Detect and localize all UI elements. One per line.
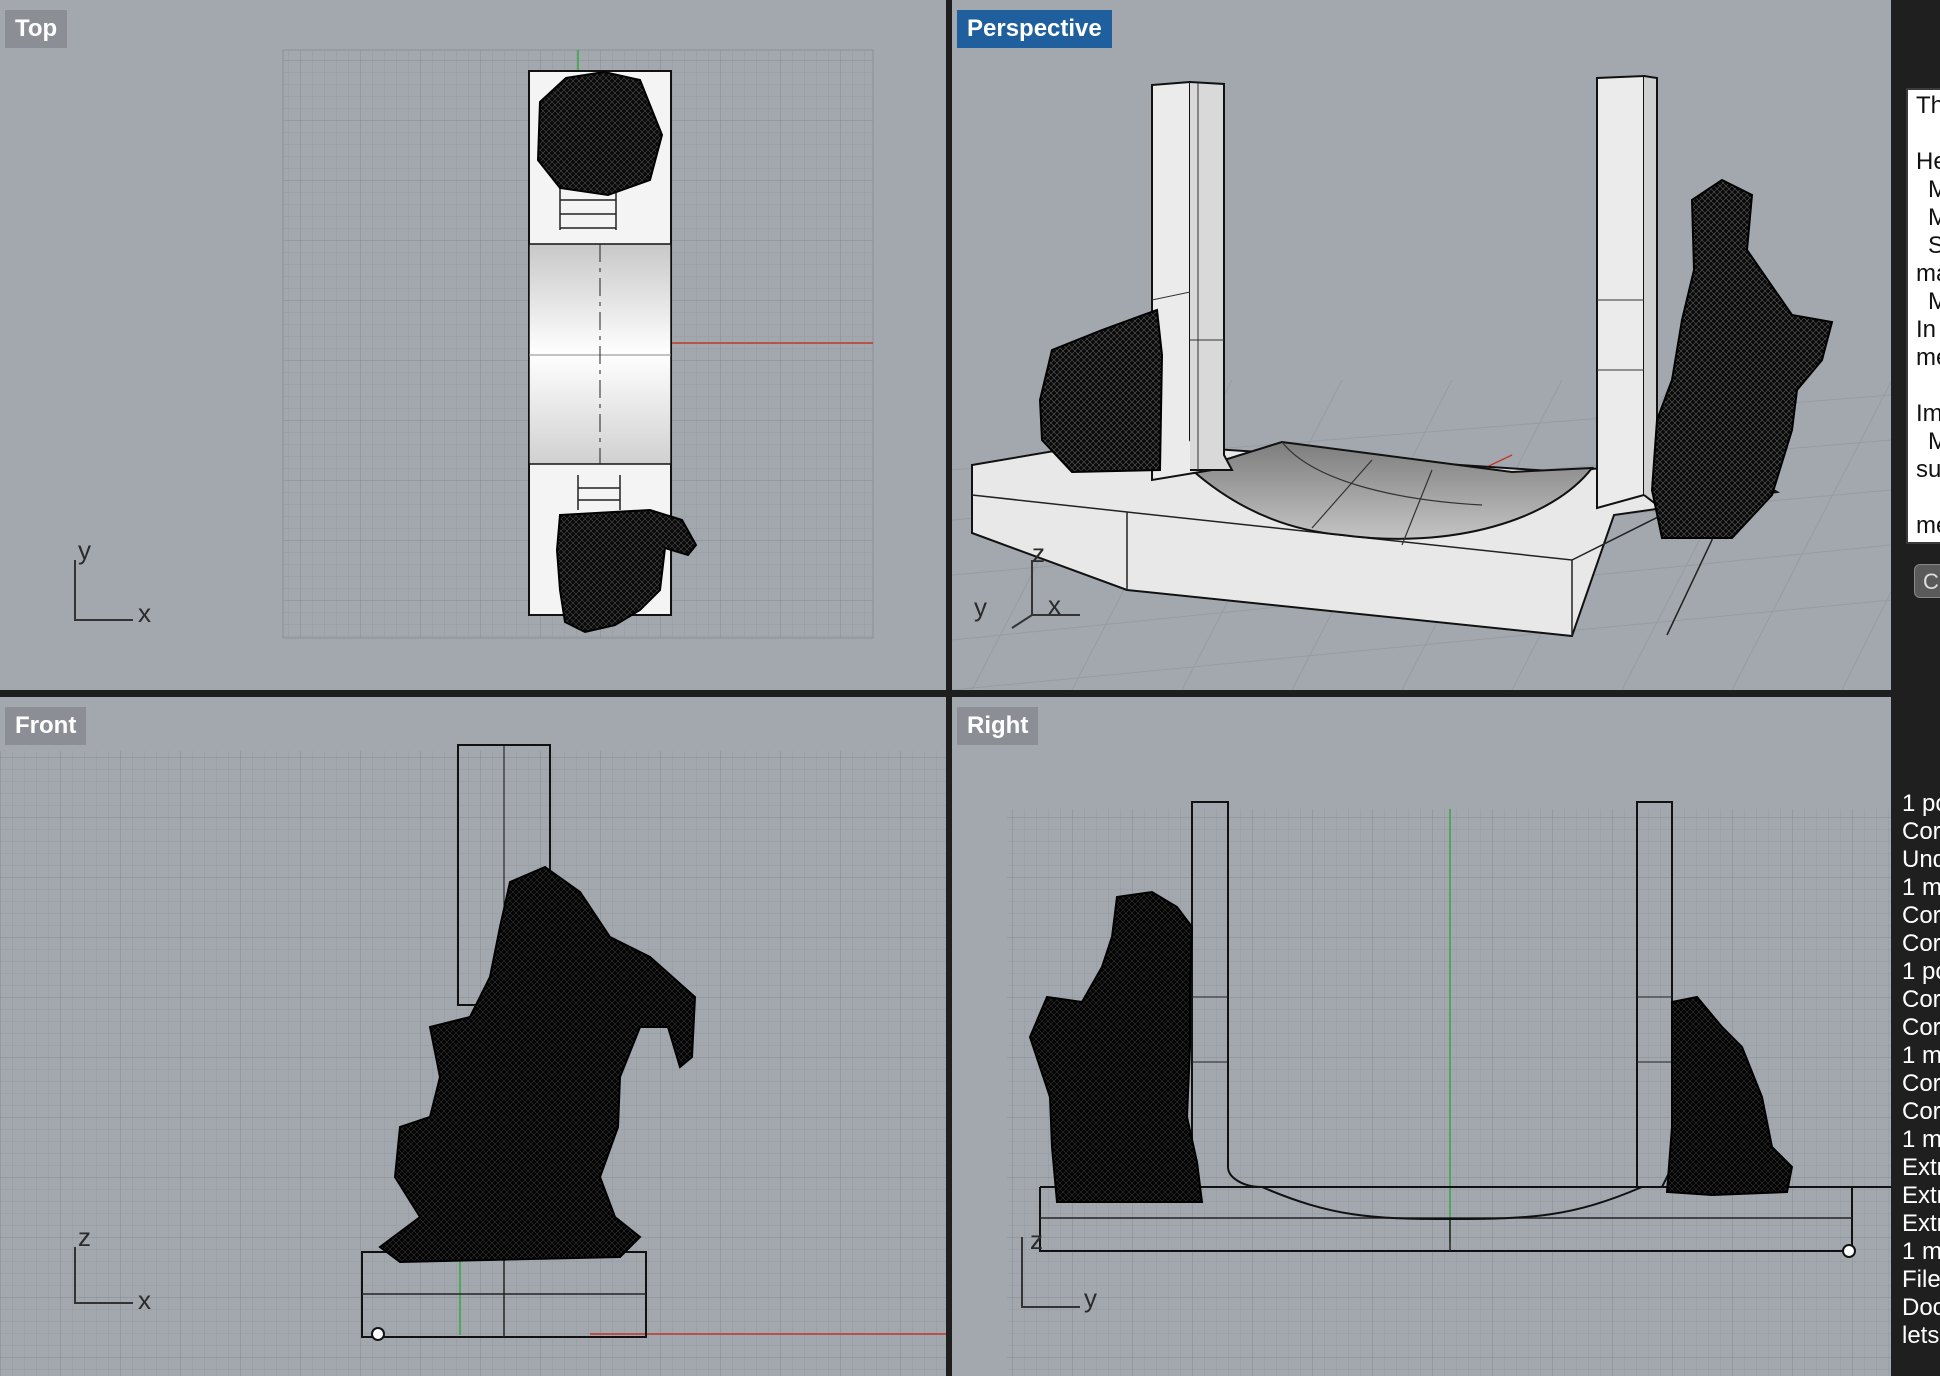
perspective-viewport-label[interactable]: Perspective [957,10,1112,48]
front-axis-z-label: z [78,1222,91,1252]
front-view-canvas [0,744,946,1376]
right-axis-y-label: y [1084,1283,1097,1313]
command-history-line: Extr [1902,1210,1940,1237]
command-history-line: Cor [1902,818,1940,845]
help-line: Th [1916,92,1940,119]
command-history-line: Extr [1902,1182,1940,1209]
help-line: Im [1916,400,1940,427]
viewport-top[interactable]: Top y x [0,0,946,690]
front-viewport-label[interactable]: Front [5,707,87,745]
help-line: ma [1916,260,1940,287]
viewport-front[interactable]: Front z x [0,697,946,1376]
viewport-perspective[interactable]: Perspective z y x [952,0,1891,690]
persp-axis-y-label: y [974,592,987,622]
command-history-line: Cor [1902,902,1940,929]
top-viewport-label[interactable]: Top [5,10,68,48]
help-button[interactable]: C [1914,564,1940,598]
command-history-line: Cor [1902,1014,1940,1041]
help-line: S [1928,232,1940,260]
right-view-canvas [1007,801,1891,1376]
command-history-line: Cor [1902,1070,1940,1097]
help-line: M [1928,204,1940,232]
help-line: M [1928,428,1940,456]
command-history-line: Extr [1902,1154,1940,1181]
help-panel[interactable]: Th He M M S ma M In me Im M su me [1906,88,1940,544]
command-history-line: Cor [1902,930,1940,957]
command-history-line: 1 po [1902,790,1940,817]
front-axis-x-label: x [138,1285,151,1315]
help-line: M [1928,288,1940,316]
command-history-line: Cor [1902,1098,1940,1125]
command-history-line: 1 m [1902,1126,1940,1153]
command-history-line: lets [1902,1322,1940,1349]
right-axis-z-label: z [1030,1225,1043,1255]
command-history-line: 1 m [1902,1238,1940,1265]
command-history-line: 1 m [1902,1042,1940,1069]
top-axis-x-label: x [138,598,151,628]
right-viewport-label[interactable]: Right [957,707,1039,745]
command-history-line: Cor [1902,986,1940,1013]
command-history-line: Und [1902,846,1940,873]
help-line: me [1916,512,1940,539]
help-line: su [1916,456,1940,483]
viewport-right[interactable]: Right z y [952,697,1891,1376]
command-history-line: 1 m [1902,874,1940,901]
persp-axis-x-label: x [1048,590,1061,620]
help-line: In [1916,316,1937,343]
perspective-view-canvas [952,74,1891,690]
top-axis-y-label: y [78,535,91,565]
top-view-canvas [74,49,874,639]
help-line: me [1916,344,1940,371]
help-line: M [1928,176,1940,204]
command-history-line: File [1902,1266,1940,1293]
help-line: He [1916,148,1940,175]
persp-axis-z-label: z [1032,538,1045,568]
command-history-line: Doc [1902,1294,1940,1321]
command-history-line: 1 po [1902,958,1940,985]
